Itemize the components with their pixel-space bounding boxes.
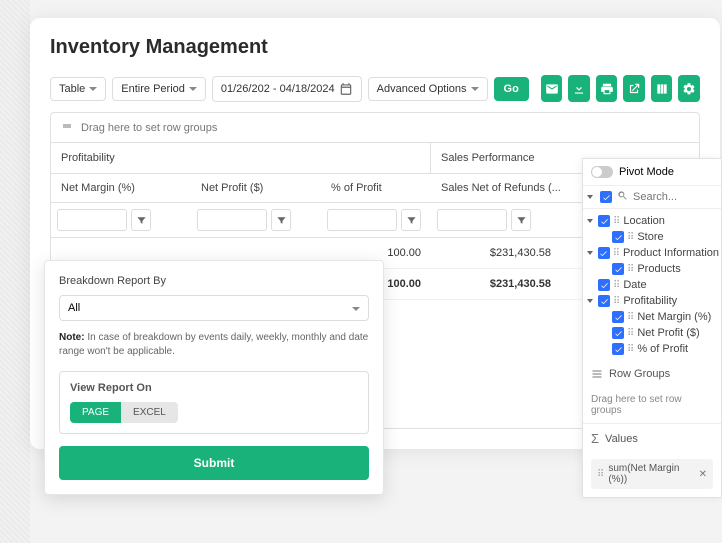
print-button[interactable] (596, 75, 618, 102)
breakdown-modal: Breakdown Report By All Note: In case of… (44, 260, 384, 495)
sigma-icon: Σ (591, 431, 599, 446)
drag-handle-icon[interactable]: ⠿ (597, 469, 604, 480)
drag-handle-icon[interactable]: ⠿ (627, 328, 634, 339)
date-range-picker[interactable]: 01/26/202 - 04/18/2024 (212, 76, 362, 102)
checkbox[interactable] (598, 279, 610, 291)
filter-icon[interactable] (131, 209, 151, 231)
view-report-box: View Report On PAGE EXCEL (59, 371, 369, 434)
col-net-margin[interactable]: Net Margin (%) (51, 174, 191, 202)
filter-net-margin[interactable] (57, 209, 127, 231)
view-toggle: PAGE EXCEL (70, 402, 178, 423)
caret-icon[interactable] (585, 299, 595, 303)
chevron-down-icon (352, 302, 360, 314)
row-group-dropzone[interactable]: Drag here to set row groups (51, 113, 699, 143)
pivot-mode-row: Pivot Mode (583, 159, 721, 186)
col-pct-profit[interactable]: % of Profit (321, 174, 431, 202)
drag-handle-icon[interactable]: ⠿ (613, 216, 620, 227)
checkbox[interactable] (612, 311, 624, 323)
rows-icon (591, 368, 603, 380)
advanced-options-select[interactable]: Advanced Options (368, 77, 488, 101)
download-button[interactable] (568, 75, 590, 102)
select-all-checkbox[interactable] (600, 191, 612, 203)
caret-icon[interactable] (585, 251, 595, 255)
value-chip[interactable]: ⠿sum(Net Margin (%)) ✕ (591, 459, 713, 489)
column-search-input[interactable] (633, 191, 703, 203)
checkbox[interactable] (598, 247, 610, 259)
filter-pct-profit[interactable] (327, 209, 397, 231)
pivot-toggle[interactable] (591, 166, 613, 178)
breakdown-label: Breakdown Report By (59, 275, 369, 287)
email-button[interactable] (541, 75, 563, 102)
excel-toggle[interactable]: EXCEL (121, 402, 178, 423)
view-select[interactable]: Table (50, 77, 106, 101)
columns-panel: Pivot Mode ⠿Location ⠿Store ⠿Product Inf… (582, 158, 722, 498)
go-button[interactable]: Go (494, 77, 529, 101)
values-header: Σ Values (583, 423, 721, 453)
group-header-profitability[interactable]: Profitability (51, 143, 431, 173)
drag-handle-icon[interactable]: ⠿ (613, 296, 620, 307)
search-icon (617, 190, 628, 204)
columns-button[interactable] (651, 75, 673, 102)
checkbox[interactable] (612, 263, 624, 275)
settings-button[interactable] (678, 75, 700, 102)
view-report-label: View Report On (70, 382, 358, 394)
checkbox[interactable] (598, 295, 610, 307)
drag-handle-icon[interactable]: ⠿ (627, 312, 634, 323)
filter-sales-net[interactable] (437, 209, 507, 231)
checkbox[interactable] (612, 343, 624, 355)
checkbox[interactable] (598, 215, 610, 227)
col-sales-net[interactable]: Sales Net of Refunds (... (431, 174, 591, 202)
drag-handle-icon[interactable]: ⠿ (613, 248, 620, 259)
checkbox[interactable] (612, 231, 624, 243)
toolbar: Table Entire Period 01/26/202 - 04/18/20… (50, 75, 700, 102)
breakdown-select[interactable]: All (59, 295, 369, 321)
filter-icon[interactable] (511, 209, 531, 231)
drag-handle-icon[interactable]: ⠿ (613, 280, 620, 291)
submit-button[interactable]: Submit (59, 446, 369, 480)
filter-icon[interactable] (271, 209, 291, 231)
export-button[interactable] (623, 75, 645, 102)
calendar-icon (339, 82, 353, 96)
filter-icon[interactable] (401, 209, 421, 231)
filter-net-profit[interactable] (197, 209, 267, 231)
remove-icon[interactable]: ✕ (699, 469, 707, 480)
expand-all-caret[interactable] (585, 195, 595, 199)
checkbox[interactable] (612, 327, 624, 339)
column-tree: ⠿Location ⠿Store ⠿Product Information ⠿P… (583, 209, 721, 361)
drag-handle-icon[interactable]: ⠿ (627, 264, 634, 275)
caret-icon[interactable] (585, 219, 595, 223)
row-groups-dropzone[interactable]: Drag here to set row groups (583, 387, 721, 423)
col-net-profit[interactable]: Net Profit ($) (191, 174, 321, 202)
row-groups-header: Row Groups (583, 361, 721, 387)
page-title: Inventory Management (50, 36, 700, 59)
page-toggle[interactable]: PAGE (70, 402, 121, 423)
drag-handle-icon[interactable]: ⠿ (627, 344, 634, 355)
period-select[interactable]: Entire Period (112, 77, 206, 101)
drag-handle-icon[interactable]: ⠿ (627, 232, 634, 243)
breakdown-note: Note: In case of breakdown by events dai… (59, 331, 369, 359)
drag-icon (61, 120, 73, 135)
